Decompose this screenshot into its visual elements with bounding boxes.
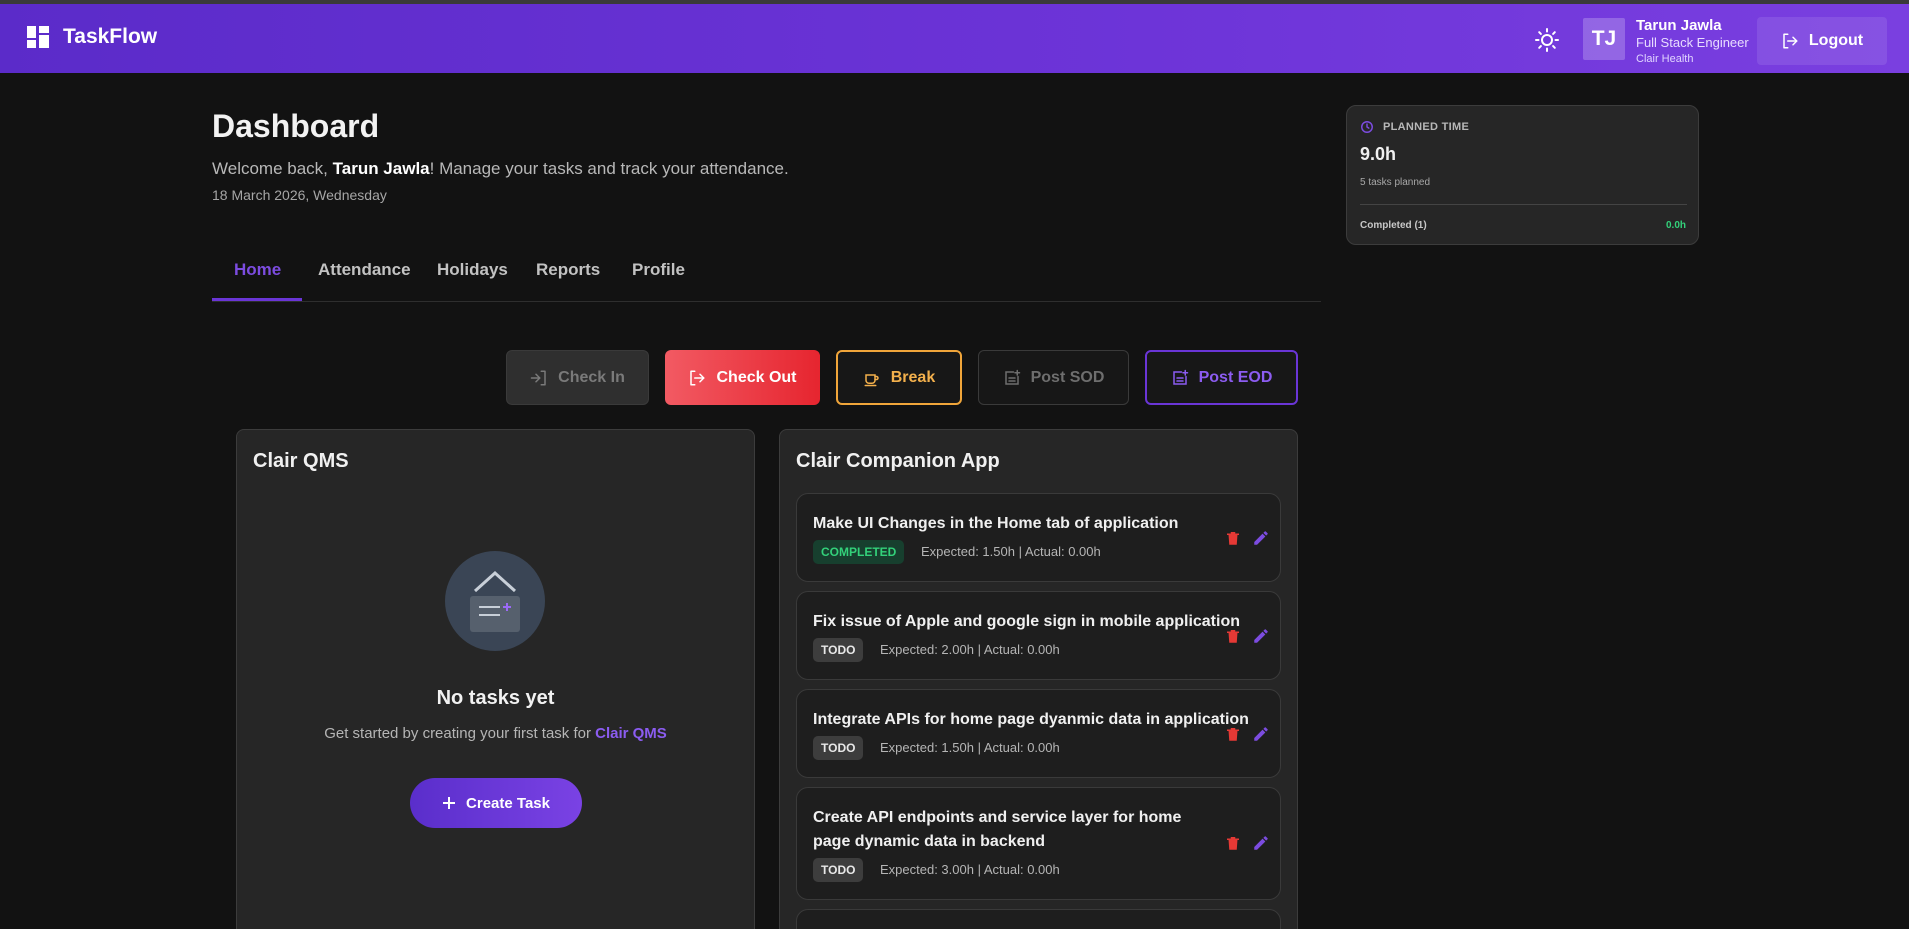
tab-reports[interactable]: Reports (536, 258, 600, 302)
project-card-clair-qms: Clair QMS No tasks yet Get started by cr… (236, 429, 755, 929)
post-sod-label: Post SOD (1030, 368, 1105, 386)
divider (1360, 204, 1687, 205)
task-title: Make UI Changes in the Home tab of appli… (813, 515, 1179, 532)
task-hours: Expected: 3.00h | Actual: 0.00h (880, 862, 1060, 877)
task-title: Create API endpoints and service layer f… (813, 809, 1182, 850)
tab-home[interactable]: Home (234, 258, 281, 302)
main-tabs: Home Attendance Holidays Reports Profile (212, 258, 1321, 302)
create-task-label: Create Task (466, 794, 550, 812)
task-hours: Expected: 2.00h | Actual: 0.00h (880, 642, 1060, 657)
task-hours: Expected: 1.50h | Actual: 0.00h (921, 544, 1101, 559)
user-role: Full Stack Engineer (1636, 35, 1749, 50)
task-item-partial[interactable] (796, 909, 1281, 929)
check-out-label: Check Out (716, 368, 797, 386)
delete-icon[interactable] (1224, 834, 1242, 852)
theme-toggle-sun-icon[interactable] (1535, 28, 1559, 52)
delete-icon[interactable] (1224, 529, 1242, 547)
empty-state-project-link[interactable]: Clair QMS (595, 725, 667, 742)
empty-state-title: No tasks yet (436, 687, 555, 709)
completed-label: Completed (1) (1360, 220, 1427, 231)
delete-icon[interactable] (1224, 627, 1242, 645)
active-tab-indicator (212, 298, 302, 301)
dashboard-logo-icon (27, 26, 49, 48)
post-add-icon (1004, 369, 1020, 385)
logout-button[interactable]: Logout (1757, 17, 1887, 65)
current-date: 18 March 2026, Wednesday (212, 187, 387, 203)
planned-time-label: PLANNED TIME (1383, 121, 1470, 133)
check-out-button[interactable]: Check Out (665, 350, 820, 405)
break-button[interactable]: Break (836, 350, 962, 405)
status-badge: TODO (813, 638, 864, 662)
task-item[interactable]: Create API endpoints and service layer f… (796, 787, 1281, 900)
empty-state-subtitle: Get started by creating your first task … (237, 725, 754, 742)
planned-time-value: 9.0h (1360, 144, 1397, 164)
project-title: Clair Companion App (796, 450, 1000, 472)
tab-profile[interactable]: Profile (632, 258, 685, 302)
welcome-suffix: ! Manage your tasks and track your atten… (429, 159, 789, 178)
task-title: Integrate APIs for home page dyanmic dat… (813, 711, 1249, 728)
empty-inbox-icon (445, 551, 545, 651)
app-name: TaskFlow (63, 25, 158, 48)
planned-time-card: PLANNED TIME 9.0h 5 tasks planned Comple… (1346, 105, 1699, 245)
status-badge: TODO (813, 858, 864, 882)
avatar[interactable]: TJ (1583, 18, 1625, 60)
task-item[interactable]: Integrate APIs for home page dyanmic dat… (796, 689, 1281, 778)
coffee-cup-icon (864, 373, 879, 386)
tab-attendance[interactable]: Attendance (318, 258, 411, 302)
edit-icon[interactable] (1252, 725, 1270, 743)
logout-icon (690, 370, 705, 385)
welcome-prefix: Welcome back, (212, 159, 333, 178)
user-info: Tarun Jawla Full Stack Engineer Clair He… (1636, 17, 1749, 66)
brand[interactable]: TaskFlow (27, 25, 157, 49)
project-title: Clair QMS (253, 450, 349, 472)
welcome-message: Welcome back, Tarun Jawla! Manage your t… (212, 159, 789, 179)
check-in-label: Check In (558, 368, 625, 386)
logout-label: Logout (1808, 32, 1864, 49)
task-hours: Expected: 1.50h | Actual: 0.00h (880, 740, 1060, 755)
status-badge: TODO (813, 736, 864, 760)
delete-icon[interactable] (1224, 725, 1242, 743)
top-navbar: TaskFlow TJ Tarun Jawla Full Stack Engin… (0, 4, 1909, 73)
clock-icon (1361, 121, 1373, 133)
status-badge: COMPLETED (813, 540, 905, 564)
completed-value: 0.0h (1665, 220, 1686, 231)
plus-icon (443, 797, 456, 809)
user-org: Clair Health (1636, 52, 1694, 65)
task-item[interactable]: Make UI Changes in the Home tab of appli… (796, 493, 1281, 582)
post-sod-button[interactable]: Post SOD (978, 350, 1129, 405)
check-in-button[interactable]: Check In (506, 350, 649, 405)
page-title: Dashboard (212, 108, 380, 144)
login-icon (530, 370, 546, 385)
task-title: Fix issue of Apple and google sign in mo… (813, 613, 1240, 630)
edit-icon[interactable] (1252, 834, 1270, 852)
tab-holidays[interactable]: Holidays (437, 258, 508, 302)
post-eod-label: Post EOD (1198, 368, 1273, 386)
edit-icon[interactable] (1252, 529, 1270, 547)
welcome-name: Tarun Jawla (332, 159, 430, 178)
logout-icon (1783, 33, 1798, 49)
post-eod-button[interactable]: Post EOD (1145, 350, 1298, 405)
project-card-clair-companion-app: Clair Companion App Make UI Changes in t… (779, 429, 1298, 929)
empty-state-sub-prefix: Get started by creating your first task … (324, 725, 596, 742)
tasks-planned-count: 5 tasks planned (1360, 177, 1431, 188)
edit-icon[interactable] (1252, 627, 1270, 645)
post-add-icon (1172, 369, 1188, 385)
task-item[interactable]: Fix issue of Apple and google sign in mo… (796, 591, 1281, 680)
break-label: Break (890, 368, 936, 386)
user-name: Tarun Jawla (1636, 17, 1722, 34)
create-task-button[interactable]: Create Task (410, 778, 582, 828)
